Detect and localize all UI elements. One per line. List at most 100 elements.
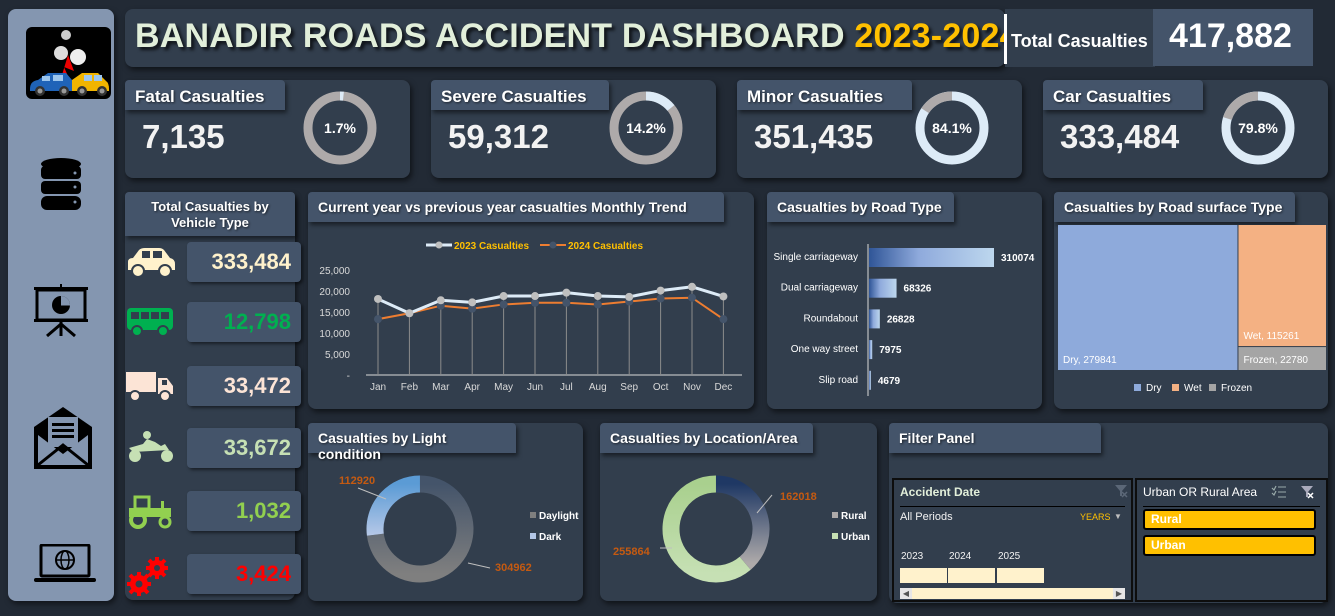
bar-value-label: 7975 [879,345,902,356]
bar-category-label: Roundabout [804,313,859,324]
timeline-cell-2024[interactable] [948,568,995,583]
timeline-scrollbar[interactable]: ◀ ▶ [900,588,1125,599]
scroll-left-icon[interactable]: ◀ [900,588,912,599]
legend-marker [549,241,557,249]
data-point [436,296,445,305]
data-point [688,293,696,302]
vehicle-row-gears: 3,424 [125,554,312,596]
road-type-title: Casualties by Road Type [767,192,954,222]
vehicle-value: 12,798 [187,302,301,342]
data-point [405,309,414,318]
data-point [656,294,665,303]
bar-category-label: Dual carriageway [781,283,858,294]
scroll-right-icon[interactable]: ▶ [1113,588,1125,599]
legend-label: 2023 Casualties [454,241,529,252]
x-tick-label: Feb [401,382,419,393]
donut-slice-urban [662,475,751,583]
kpi-donut-remainder [921,91,953,114]
data-point [688,282,696,291]
timeline-cell-2025[interactable] [997,568,1044,583]
legend-swatch [1172,384,1179,391]
bar-value-label: 310074 [1001,253,1035,264]
donut-data-label: 162018 [780,491,817,503]
legend-marker [435,241,443,249]
kpi-donut-percent: 79.8% [1238,120,1278,136]
clear-filter-icon[interactable] [1114,484,1128,498]
dropdown-arrow-icon[interactable]: ▼ [1114,512,1122,521]
filter-panel-title: Filter Panel [889,423,1101,453]
data-point [625,292,634,301]
motorcycle-icon [125,430,177,466]
kpi-fatal-donut: 1.7% [303,91,377,165]
data-point [468,298,477,307]
presentation-chart-icon[interactable] [34,284,104,354]
bar [869,370,871,390]
slicer-option-urban[interactable]: Urban [1143,535,1316,556]
legend-swatch [530,512,536,518]
laptop-globe-icon[interactable] [34,543,104,614]
dashboard-title: BANADIR ROADS ACCIDENT DASHBOARD 2023-20… [135,17,1019,56]
kpi-donut-percent: 14.2% [626,120,666,136]
legend-label: Frozen [1221,383,1252,394]
sidebar [8,9,114,601]
car-icon [125,244,177,280]
data-point [593,292,602,301]
slicer-divider [1143,506,1320,507]
vehicle-row-bus: 12,798 [125,302,312,344]
bar-value-label: 26828 [887,314,915,325]
x-tick-label: Jul [560,382,573,393]
title-main: BANADIR ROADS ACCIDENT DASHBOARD [135,17,845,55]
monthly-trend-chart: 2023 Casualties 2024 Casualties 25,000 20,0… [319,241,742,393]
urban-rural-header: Urban OR Rural Area [1143,485,1258,499]
car-crash-logo-icon [26,27,111,99]
kpi-car-donut: 79.8% [1221,91,1295,165]
data-point [656,286,665,295]
kpi-car-title: Car Casualties [1043,80,1203,110]
vehicle-row-truck: 33,472 [125,366,312,408]
road-type-chart: Single carriageway 310074 Dual carriageway… [774,244,1035,396]
bar-category-label: Slip road [819,375,858,386]
legend-label: Wet [1184,383,1202,394]
kpi-car-value: 333,484 [1060,118,1180,155]
kpi-fatal-value: 7,135 [142,118,225,155]
bar [869,340,873,360]
bar [869,309,880,329]
light-condition-panel: Casualties by Light condition 304962 1129… [308,423,583,601]
clear-filter-icon[interactable] [1299,485,1315,499]
legend-swatch [1134,384,1141,391]
y-tick-label: 10,000 [319,329,350,340]
legend-label: Daylight [539,511,579,522]
data-point [562,288,571,297]
multi-select-icon[interactable] [1271,485,1287,499]
vehicle-value: 33,672 [187,428,301,468]
gears-icon [125,556,177,596]
monthly-trend-panel: Current year vs previous year casualties… [308,192,754,409]
kpi-donut-percent: 84.1% [932,120,972,136]
x-tick-label: Dec [715,382,733,393]
legend-label: Urban [841,532,870,543]
y-tick-label: 5,000 [325,350,350,361]
data-point [593,300,602,309]
time-level-dropdown[interactable]: YEARS [1080,512,1111,522]
treemap-tile-wet [1238,225,1326,347]
period-label: All Periods [900,511,953,523]
database-icon[interactable] [34,156,104,226]
bar [869,248,994,267]
accident-date-timeline: Accident Date All Periods YEARS ▼ 2023 2… [892,478,1133,602]
slicer-option-rural[interactable]: Rural [1143,509,1316,530]
legend-swatch [832,533,838,539]
mail-icon[interactable] [34,407,104,477]
bar-value-label: 4679 [878,376,901,387]
vehicle-value: 33,472 [187,366,301,406]
bar [869,278,897,298]
kpi-minor: Minor Casualties 351,435 84.1% [737,80,1022,178]
x-tick-label: Apr [464,382,480,393]
accident-date-header: Accident Date [900,485,981,499]
timeline-cell-2023[interactable] [900,568,947,583]
donut-slice-rural [715,475,770,570]
data-point [499,300,508,309]
x-tick-label: Mar [432,382,450,393]
data-point [374,294,382,303]
kpi-donut-percent: 1.7% [324,120,356,136]
x-tick-label: Aug [589,382,607,393]
